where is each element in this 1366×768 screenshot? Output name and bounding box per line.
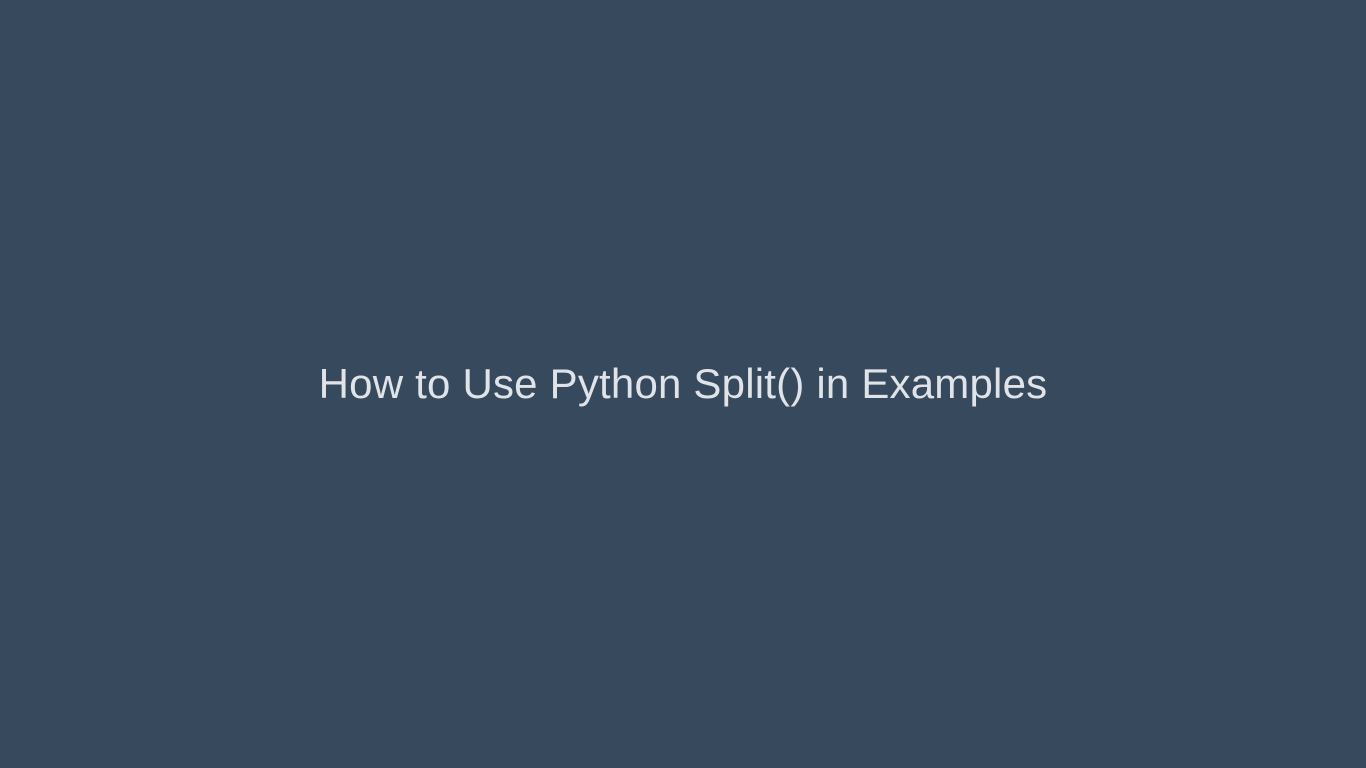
slide-title: How to Use Python Split() in Examples <box>319 360 1048 408</box>
